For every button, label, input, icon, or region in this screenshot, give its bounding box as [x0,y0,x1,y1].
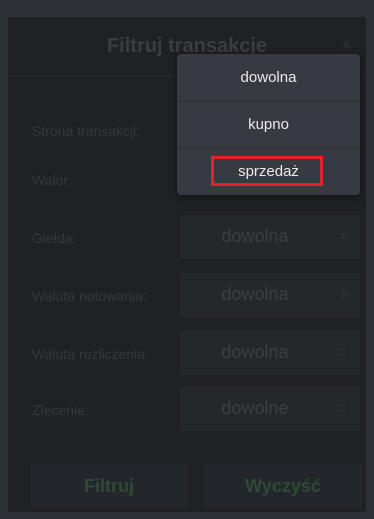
chevron-right-icon: › [340,343,346,360]
filter-button[interactable]: Filtruj [30,464,188,508]
chevron-right-icon: › [340,285,346,302]
label-waluta-rozliczenia: Waluta rozliczenia: [32,346,149,362]
option-sprzedaz[interactable]: sprzedaż [177,148,360,195]
option-dowolna[interactable]: dowolna [177,54,360,102]
label-zlecenie: Zlecenie: [32,402,89,418]
clear-button[interactable]: Wyczyść [204,464,362,508]
waluta-notowania-value: dowolna [221,284,289,304]
transaction-side-dropdown: dowolna kupno sprzedaż [177,54,360,195]
waluta-notowania-select[interactable]: dowolna › [180,273,360,317]
selection-highlight [211,156,323,186]
chevron-right-icon: › [340,227,346,244]
zlecenie-select[interactable]: dowolne › [180,387,360,431]
waluta-rozliczenia-value: dowolna [221,342,289,362]
label-walor: Walor: [32,172,72,188]
option-kupno[interactable]: kupno [177,101,360,149]
gielda-value: dowolna [221,226,289,246]
label-gielda: Giełda: [32,230,77,246]
waluta-rozliczenia-select[interactable]: dowolna › [180,331,360,375]
gielda-select[interactable]: dowolna › [180,215,360,259]
zlecenie-value: dowolne [221,398,289,418]
label-strona-transakcji: Strona transakcji: [32,123,141,139]
label-waluta-notowania: Waluta notowania: [32,288,147,304]
close-icon[interactable]: × [341,35,352,56]
chevron-right-icon: › [340,399,346,416]
